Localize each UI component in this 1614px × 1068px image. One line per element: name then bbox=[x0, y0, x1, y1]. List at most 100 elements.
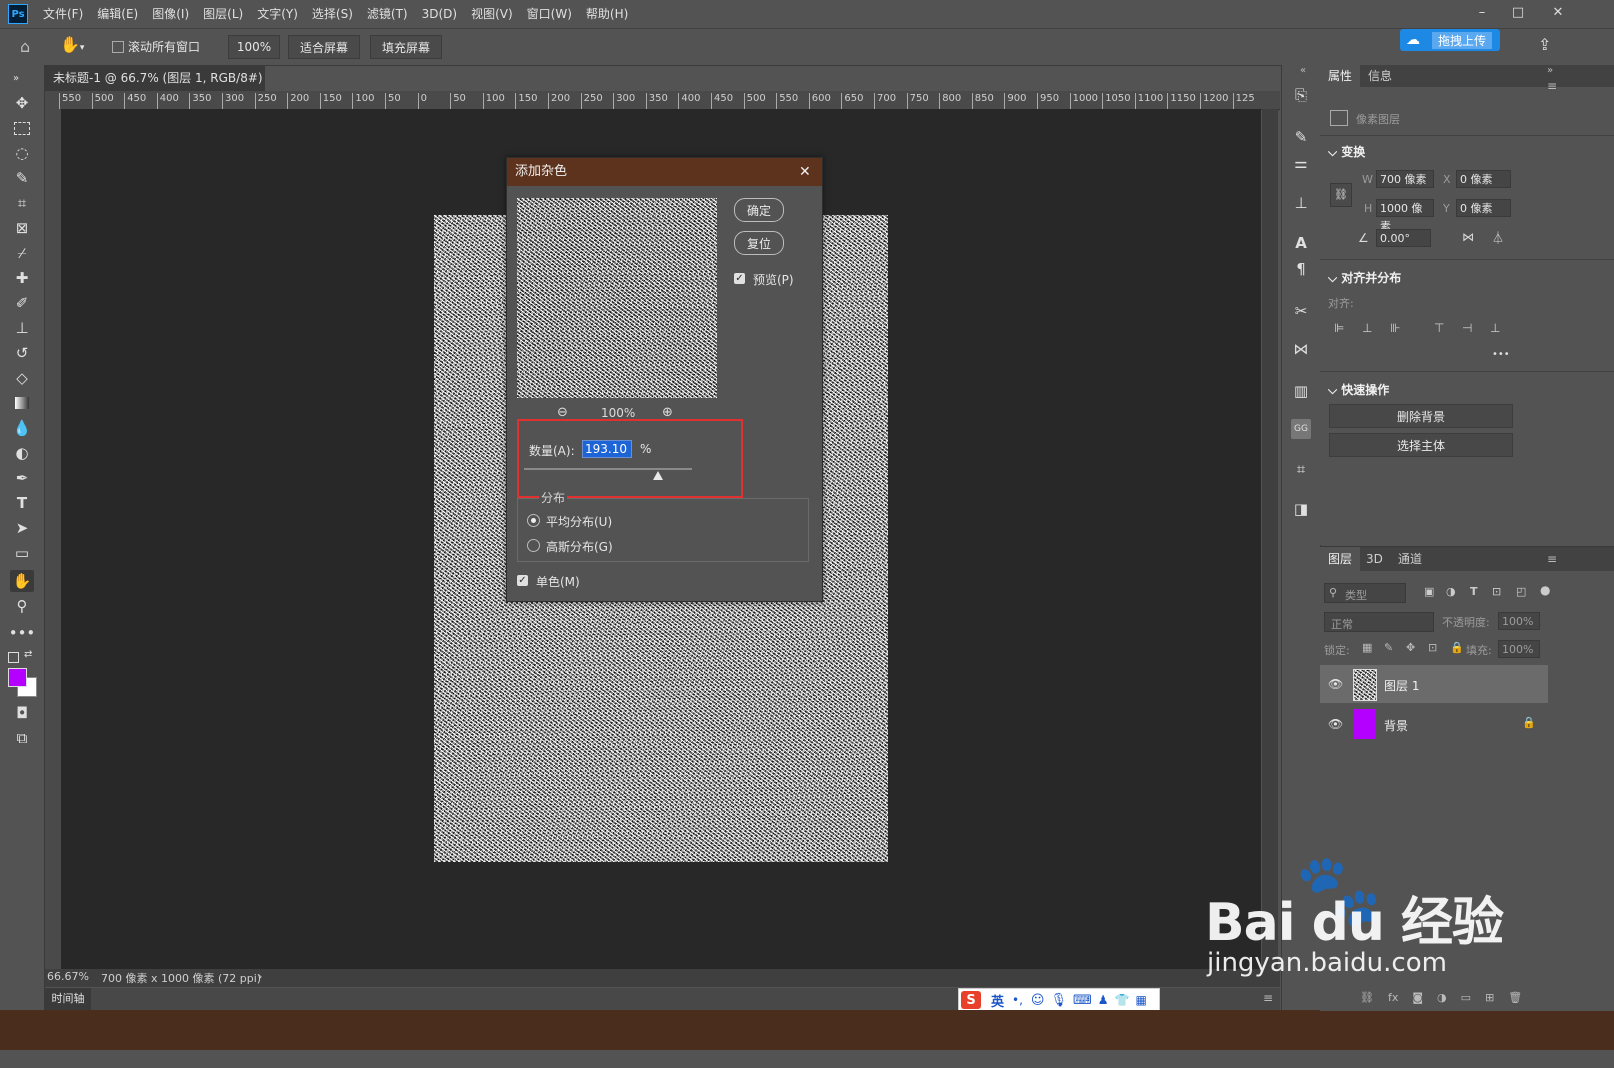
new-adjustment-icon[interactable]: ◑ bbox=[1437, 991, 1447, 1007]
ime-user-icon[interactable]: ♟ bbox=[1098, 993, 1109, 1007]
frame-tool-icon[interactable]: ⊠ bbox=[10, 217, 34, 239]
width-field[interactable]: 700 像素 bbox=[1376, 170, 1434, 188]
close-window-button[interactable]: ✕ bbox=[1540, 0, 1576, 24]
rectangle-tool-icon[interactable]: ▭ bbox=[10, 542, 34, 564]
align-bottom-icon[interactable]: ⊥ bbox=[1490, 321, 1500, 335]
collapse-panels-icon[interactable]: » bbox=[1547, 65, 1553, 76]
noise-preview[interactable] bbox=[517, 198, 717, 398]
reset-button[interactable]: 复位 bbox=[734, 231, 784, 255]
menu-edit[interactable]: 编辑(E) bbox=[90, 0, 145, 28]
height-field[interactable]: 1000 像素 bbox=[1376, 199, 1434, 233]
blend-mode-select[interactable]: 正常 bbox=[1324, 612, 1434, 632]
timeline-tab[interactable]: 时间轴 bbox=[45, 988, 91, 1010]
align-right-icon[interactable]: ⊪ bbox=[1390, 321, 1400, 335]
fx-icon[interactable]: fx bbox=[1388, 991, 1398, 1007]
ime-emoji-icon[interactable]: ☺ bbox=[1031, 993, 1045, 1008]
monochromatic-checkbox[interactable]: ✓ bbox=[517, 575, 528, 586]
dodge-tool-icon[interactable]: ◐ bbox=[10, 442, 34, 464]
align-hcenter-icon[interactable]: ⊥ bbox=[1362, 321, 1372, 335]
more-align-options[interactable]: ••• bbox=[1492, 349, 1510, 360]
menu-filter[interactable]: 滤镜(T) bbox=[360, 0, 415, 28]
new-group-icon[interactable]: ▭ bbox=[1461, 991, 1471, 1007]
more-tools-icon[interactable]: ••• bbox=[9, 622, 36, 644]
scroll-all-checkbox[interactable] bbox=[112, 41, 124, 53]
healing-brush-tool-icon[interactable]: ✚ bbox=[10, 267, 34, 289]
zoom-100-button[interactable]: 100% bbox=[228, 35, 280, 59]
flip-horizontal-icon[interactable]: ⋈ bbox=[1462, 230, 1474, 244]
restore-button[interactable]: □ bbox=[1500, 0, 1536, 24]
tab-properties[interactable]: 属性 bbox=[1320, 65, 1360, 87]
tools-options-icon[interactable]: ✂ bbox=[1291, 301, 1311, 321]
gaussian-radio[interactable] bbox=[527, 539, 540, 552]
menu-help[interactable]: 帮助(H) bbox=[579, 0, 635, 28]
collapse-strip-icon[interactable]: « bbox=[1300, 65, 1306, 76]
background-name[interactable]: 背景 bbox=[1384, 717, 1408, 734]
ime-punctuation-icon[interactable]: •, bbox=[1012, 993, 1023, 1007]
align-top-icon[interactable]: ⊤ bbox=[1434, 321, 1444, 335]
brush-tool-icon[interactable]: ✐ bbox=[10, 292, 34, 314]
properties-menu-icon[interactable]: ≡ bbox=[1547, 79, 1557, 93]
share-icon[interactable]: ⇪ bbox=[1538, 35, 1551, 54]
path-selection-tool-icon[interactable]: ➤ bbox=[10, 517, 34, 539]
lock-artboard-icon[interactable]: ⊡ bbox=[1428, 641, 1437, 654]
layer-row-background[interactable]: 👁 背景 🔒 bbox=[1320, 705, 1548, 743]
layer-row-layer1[interactable]: 👁 图层 1 bbox=[1320, 665, 1548, 703]
blur-tool-icon[interactable]: 💧 bbox=[10, 417, 34, 439]
screen-mode-icon[interactable]: ⧉ bbox=[10, 727, 34, 749]
status-menu-arrow[interactable]: › bbox=[258, 970, 262, 983]
filter-smart-object-icon[interactable]: ◰ bbox=[1516, 585, 1526, 598]
align-left-icon[interactable]: ⊫ bbox=[1334, 321, 1344, 335]
ime-lang-indicator[interactable]: 英 bbox=[991, 991, 1004, 1010]
document-tab[interactable]: 未标题-1 @ 66.7% (图层 1, RGB/8#) * × bbox=[45, 65, 265, 111]
zoom-out-icon[interactable]: ⊖ bbox=[557, 405, 568, 420]
swatches-icon[interactable]: ◨ bbox=[1291, 499, 1311, 519]
amount-slider-track[interactable] bbox=[524, 468, 692, 470]
fill-screen-button[interactable]: 填充屏幕 bbox=[370, 35, 442, 59]
quick-selection-tool-icon[interactable]: ✎ bbox=[10, 167, 34, 189]
histogram-icon[interactable]: ▥ bbox=[1291, 381, 1311, 401]
collapse-toolbar-icon[interactable]: » bbox=[4, 67, 28, 89]
menu-select[interactable]: 选择(S) bbox=[305, 0, 360, 28]
visibility-eye-icon[interactable]: 👁 bbox=[1328, 677, 1343, 691]
delete-layer-icon[interactable]: 🗑 bbox=[1508, 991, 1522, 1007]
ok-button[interactable]: 确定 bbox=[734, 198, 784, 222]
eraser-tool-icon[interactable]: ◇ bbox=[10, 367, 34, 389]
status-zoom[interactable]: 66.67% bbox=[47, 970, 89, 983]
hand-tool-icon[interactable]: ✋ bbox=[10, 570, 34, 592]
quick-actions-section-title[interactable]: ⌵ 快速操作 bbox=[1328, 381, 1389, 398]
foreground-color-swatch[interactable] bbox=[8, 668, 27, 687]
dialog-close-icon[interactable]: ✕ bbox=[799, 158, 811, 186]
filter-shape-icon[interactable]: ⊡ bbox=[1492, 585, 1501, 598]
tab-info[interactable]: 信息 bbox=[1368, 65, 1392, 87]
character-panel-icon[interactable]: A bbox=[1291, 233, 1311, 253]
menu-window[interactable]: 窗口(W) bbox=[520, 0, 579, 28]
history-panel-icon[interactable]: ⎘ bbox=[1291, 85, 1311, 105]
ime-skin-icon[interactable]: 👕 bbox=[1115, 993, 1130, 1007]
zoom-in-icon[interactable]: ⊕ bbox=[662, 405, 673, 420]
add-mask-icon[interactable]: ◙ bbox=[1412, 991, 1423, 1007]
fill-field[interactable]: 100% bbox=[1498, 640, 1540, 658]
adjustments-icon[interactable]: ⚌ bbox=[1291, 153, 1311, 173]
tab-3d[interactable]: 3D bbox=[1366, 547, 1383, 569]
ime-keyboard-icon[interactable]: ⌨ bbox=[1073, 993, 1092, 1008]
lock-transparent-icon[interactable]: ▦ bbox=[1362, 641, 1372, 654]
vertical-scrollbar[interactable] bbox=[1262, 109, 1278, 969]
tab-layers[interactable]: 图层 bbox=[1320, 547, 1360, 571]
flip-vertical-icon[interactable]: ⏃ bbox=[1492, 229, 1504, 246]
quick-mask-icon[interactable]: ◘ bbox=[10, 702, 34, 724]
menu-file[interactable]: 文件(F) bbox=[36, 0, 90, 28]
paragraph-panel-icon[interactable]: ¶ bbox=[1291, 259, 1311, 279]
link-layers-icon[interactable]: ⛓ bbox=[1360, 991, 1374, 1007]
ime-toolbar[interactable]: S 英 •, ☺ 🎙 ⌨ ♟ 👕 ▦ bbox=[958, 988, 1160, 1012]
layers-menu-icon[interactable]: ≡ bbox=[1547, 552, 1557, 566]
brush-settings-icon[interactable]: ✎ bbox=[1291, 127, 1311, 147]
fit-screen-button[interactable]: 适合屏幕 bbox=[288, 35, 360, 59]
zoom-tool-icon[interactable]: ⚲ bbox=[10, 595, 34, 617]
hand-tool-preset-icon[interactable]: ✋▾ bbox=[60, 35, 100, 57]
crop-tool-icon[interactable]: ⌗ bbox=[10, 192, 34, 214]
amount-input[interactable] bbox=[582, 440, 632, 458]
filter-pixel-icon[interactable]: ▣ bbox=[1424, 585, 1434, 598]
new-layer-icon[interactable]: ⊞ bbox=[1485, 991, 1494, 1007]
menu-3d[interactable]: 3D(D) bbox=[415, 0, 464, 28]
eyedropper-tool-icon[interactable]: ⌿ bbox=[10, 242, 34, 264]
